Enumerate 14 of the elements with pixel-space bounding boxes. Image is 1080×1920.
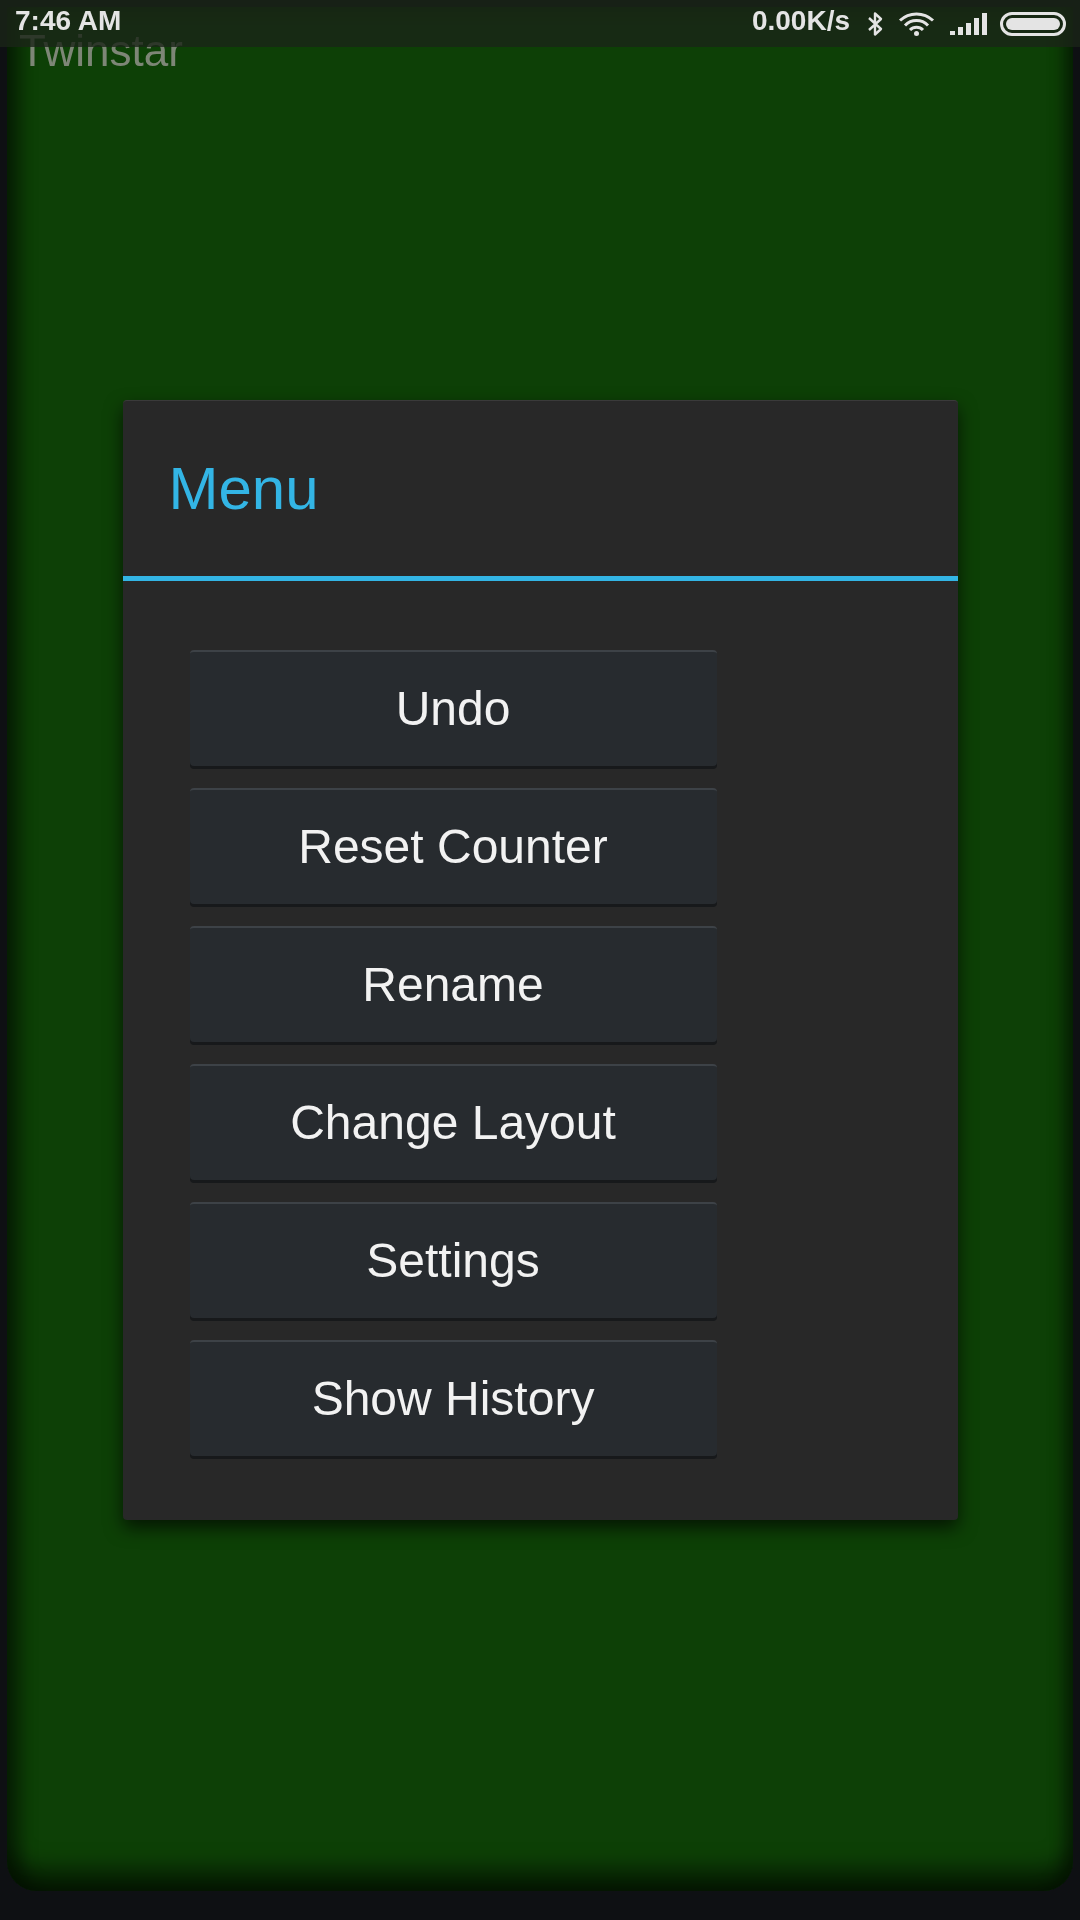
menu-button[interactable]: Change Layout: [189, 1064, 717, 1180]
menu-button[interactable]: Rename: [189, 926, 717, 1042]
menu-button[interactable]: Reset Counter: [189, 788, 717, 904]
wifi-icon: [898, 11, 935, 36]
menu-button[interactable]: Undo: [189, 650, 717, 766]
dialog-title: Menu: [168, 458, 319, 519]
bluetooth-icon: [866, 10, 884, 37]
network-speed: 0.00K/s: [751, 6, 850, 35]
signal-icon: [950, 12, 988, 35]
status-time: 7:46 AM: [15, 6, 122, 35]
menu-button[interactable]: Settings: [189, 1202, 717, 1318]
menu-button[interactable]: Show History: [189, 1340, 717, 1456]
battery-icon: [1000, 11, 1066, 36]
app-title: Twinstar: [19, 34, 183, 67]
